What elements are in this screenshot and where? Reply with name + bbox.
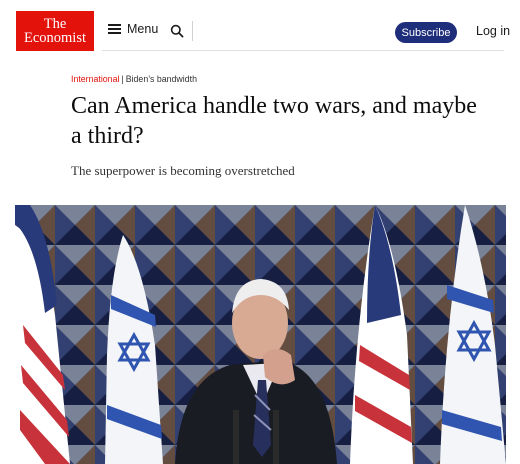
menu-label: Menu: [127, 22, 159, 36]
nav-divider: [192, 21, 193, 41]
article-headline: Can America handle two wars, and maybe a…: [71, 93, 477, 149]
article-photo: [15, 205, 506, 464]
article-rubric: International | Biden’s bandwidth: [71, 74, 197, 84]
site-header: The Economist Menu Subscribe Log in: [0, 0, 520, 58]
photo-illustration: [15, 205, 506, 464]
hamburger-icon: [108, 24, 121, 34]
search-icon[interactable]: [170, 24, 184, 38]
logo-line-1: The: [43, 16, 67, 32]
menu-button[interactable]: Menu: [108, 22, 158, 36]
rubric-separator: |: [121, 74, 124, 84]
article-standfirst: The superpower is becoming overstretched: [71, 163, 295, 178]
logo-line-2: Economist: [23, 30, 87, 46]
section-link[interactable]: International: [71, 74, 119, 84]
subscribe-button[interactable]: Subscribe: [395, 22, 457, 43]
nav-rule: [102, 50, 504, 51]
login-link[interactable]: Log in: [476, 24, 510, 38]
economist-logo[interactable]: The Economist: [16, 11, 94, 51]
series-link[interactable]: Biden’s bandwidth: [126, 74, 197, 84]
